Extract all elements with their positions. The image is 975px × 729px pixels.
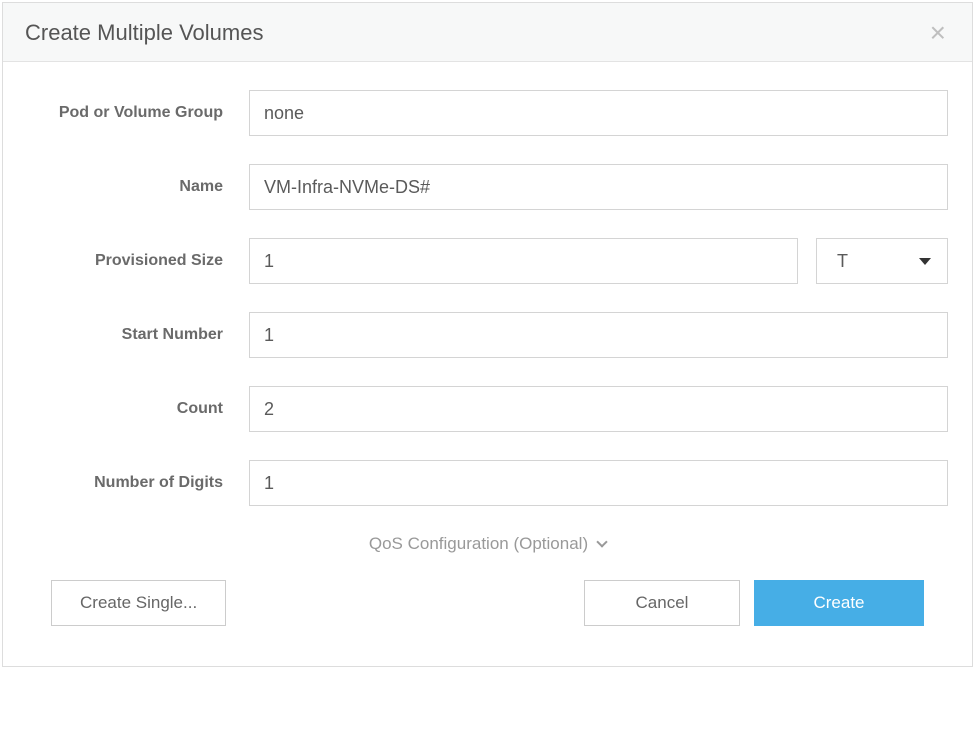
row-start: Start Number [27, 312, 948, 358]
caret-down-icon [919, 258, 931, 265]
label-digits: Number of Digits [27, 474, 249, 492]
label-name: Name [27, 178, 249, 196]
label-count: Count [27, 400, 249, 418]
dialog-header: Create Multiple Volumes × [3, 3, 972, 62]
create-button[interactable]: Create [754, 580, 924, 626]
row-digits: Number of Digits [27, 460, 948, 506]
name-input[interactable] [249, 164, 948, 210]
label-size: Provisioned Size [27, 252, 249, 270]
qos-configuration-toggle[interactable]: QoS Configuration (Optional) [27, 534, 948, 554]
create-multiple-volumes-dialog: Create Multiple Volumes × Pod or Volume … [2, 2, 973, 667]
cancel-button[interactable]: Cancel [584, 580, 740, 626]
row-count: Count [27, 386, 948, 432]
size-unit-select[interactable]: T [816, 238, 948, 284]
dialog-title: Create Multiple Volumes [25, 20, 263, 46]
row-pod: Pod or Volume Group [27, 90, 948, 136]
count-input[interactable] [249, 386, 948, 432]
dialog-body: Pod or Volume Group Name Provisioned Siz… [3, 62, 972, 666]
row-size: Provisioned Size T [27, 238, 948, 284]
chevron-down-icon [596, 536, 607, 547]
label-start: Start Number [27, 326, 249, 344]
close-icon[interactable]: × [926, 19, 950, 47]
size-unit-value: T [837, 251, 848, 272]
pod-volume-group-input[interactable] [249, 90, 948, 136]
create-single-button[interactable]: Create Single... [51, 580, 226, 626]
label-pod: Pod or Volume Group [27, 104, 249, 122]
provisioned-size-input[interactable] [249, 238, 798, 284]
start-number-input[interactable] [249, 312, 948, 358]
qos-label: QoS Configuration (Optional) [369, 534, 588, 554]
row-name: Name [27, 164, 948, 210]
number-of-digits-input[interactable] [249, 460, 948, 506]
dialog-footer: Create Single... Cancel Create [27, 576, 948, 648]
